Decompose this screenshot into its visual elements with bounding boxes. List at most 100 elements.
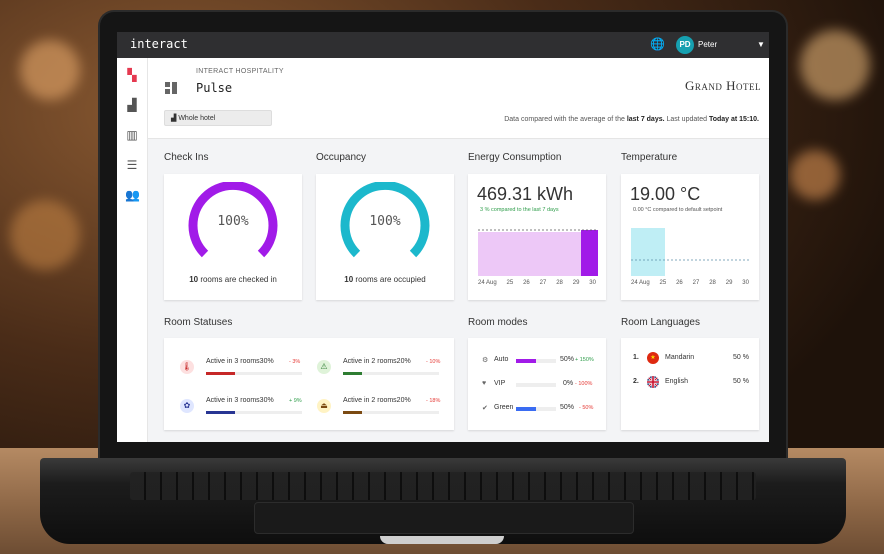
status-label: Active in 3 rooms30% — [206, 397, 274, 404]
language-item[interactable]: 1. ★ Mandarin 50 % — [633, 352, 753, 368]
mode-percent: 50% — [560, 356, 575, 363]
temperature-card[interactable]: 19.00 °C 0.00 °C compared to default set… — [621, 174, 759, 300]
status-bar — [206, 411, 302, 414]
note-period: last 7 days. — [626, 116, 665, 123]
note-mid: Last updated — [664, 116, 709, 123]
minibar-icon: ⏏ — [317, 399, 331, 413]
room-mode-item[interactable]: ⚙ Auto 50% + 150% — [482, 356, 602, 368]
occupancy-caption: 10 rooms are occupied — [316, 275, 454, 284]
keyboard — [130, 472, 756, 500]
mode-delta: - 100% — [575, 381, 593, 387]
checkins-count: 10 — [189, 275, 199, 284]
page-header: INTERACT HOSPITALITY Pulse Grand Hotel ▟… — [148, 58, 769, 139]
x-tick: 24 Aug — [631, 280, 650, 286]
status-bar-fill — [343, 411, 363, 414]
x-tick: 28 — [709, 280, 716, 286]
sidebar: ▚ ▟ ▥ ☰ 👥 — [117, 58, 148, 442]
mode-delta: - 50% — [579, 405, 594, 411]
temperature-value: 19.00 °C — [630, 184, 701, 204]
checkins-percent: 100% — [217, 214, 249, 229]
energy-chart — [478, 229, 598, 276]
room-statuses-card: 🌡 Active in 3 rooms30% - 3% ⚠ Active in … — [164, 338, 454, 430]
chevron-down-icon[interactable]: ▼ — [757, 40, 765, 49]
update-note: Data compared with the average of the la… — [504, 116, 759, 123]
checkins-title: Check Ins — [164, 152, 209, 163]
sidebar-item-pulse-icon[interactable]: ▚ — [125, 68, 139, 82]
status-delta: - 10% — [426, 359, 441, 365]
room-mode-item[interactable]: ✔ Green 50% - 50% — [482, 404, 602, 416]
room-languages-title: Room Languages — [621, 317, 700, 328]
mode-label: Green — [494, 404, 514, 411]
room-mode-item[interactable]: ♥ VIP 0% - 100% — [482, 380, 602, 392]
occupancy-caption-text: rooms are occupied — [353, 275, 426, 284]
user-name[interactable]: Peter — [698, 40, 717, 49]
vip-icon: ♥ — [482, 380, 487, 387]
page-subtitle: INTERACT HOSPITALITY — [196, 68, 284, 75]
status-label: Active in 2 rooms20% — [343, 358, 411, 365]
status-bar — [343, 372, 439, 375]
room-status-item[interactable]: ⏏ Active in 2 rooms20% - 18% — [317, 397, 447, 421]
avatar[interactable]: PD — [676, 36, 694, 54]
x-tick: 27 — [692, 280, 700, 286]
x-tick: 27 — [539, 280, 547, 286]
status-bar — [343, 411, 439, 414]
room-status-item[interactable]: ✿ Active in 3 rooms30% + 9% — [180, 397, 310, 421]
occupancy-percent: 100% — [369, 214, 401, 229]
x-tick: 26 — [523, 280, 530, 286]
occupancy-title: Occupancy — [316, 152, 367, 163]
top-bar: interact 🌐 PD Peter ▼ — [117, 32, 769, 58]
language-name: Mandarin — [665, 354, 695, 361]
energy-value: 469.31 kWh — [477, 184, 574, 204]
cleaning-icon: ✿ — [180, 399, 194, 413]
checkins-card[interactable]: 100% 10 rooms are checked in — [164, 174, 302, 300]
room-status-item[interactable]: 🌡 Active in 3 rooms30% - 3% — [180, 358, 310, 382]
temperature-title: Temperature — [621, 152, 678, 163]
occupancy-card[interactable]: 100% 10 rooms are occupied — [316, 174, 454, 300]
x-tick: 30 — [742, 280, 749, 286]
mode-bar — [516, 359, 556, 363]
leaf-icon: ✔ — [482, 405, 488, 412]
status-label: Active in 2 rooms20% — [343, 397, 411, 404]
occupancy-count: 10 — [344, 275, 354, 284]
language-item[interactable]: 2. English 50 % — [633, 376, 753, 392]
status-delta: - 3% — [289, 359, 301, 365]
sidebar-item-users-icon[interactable]: 👥 — [125, 188, 140, 202]
mode-percent: 0% — [563, 380, 574, 387]
status-bar-fill — [206, 372, 235, 375]
globe-icon[interactable]: 🌐 — [650, 37, 665, 51]
energy-card[interactable]: 469.31 kWh 3 % compared to the last 7 da… — [468, 174, 606, 300]
x-tick: 25 — [659, 280, 667, 286]
bokeh-light — [10, 200, 80, 270]
energy-xticks: 24 Aug 25 26 27 28 29 30 — [478, 280, 596, 286]
bokeh-light — [790, 150, 840, 200]
bokeh-light — [20, 40, 80, 100]
room-status-item[interactable]: ⚠ Active in 2 rooms20% - 10% — [317, 358, 447, 382]
x-tick: 26 — [676, 280, 683, 286]
sidebar-item-rooms-icon[interactable]: ▟ — [125, 98, 139, 112]
language-percent: 50 % — [733, 378, 749, 385]
checkins-caption-text: rooms are checked in — [198, 275, 277, 284]
mode-label: Auto — [494, 356, 509, 363]
mode-bar — [516, 407, 556, 411]
checkins-caption: 10 rooms are checked in — [164, 275, 302, 284]
x-tick: 30 — [589, 280, 596, 286]
room-modes-title: Room modes — [468, 317, 528, 328]
temperature-chart — [631, 228, 751, 276]
warning-icon: ⚠ — [317, 360, 331, 374]
auto-icon: ⚙ — [482, 357, 489, 364]
energy-note: 3 % compared to the last 7 days — [480, 207, 559, 213]
screen: interact 🌐 PD Peter ▼ ▚ ▟ ▥ ☰ 👥 INTERACT… — [117, 32, 769, 442]
status-bar-fill — [206, 411, 235, 414]
sidebar-item-settings-icon[interactable]: ☰ — [125, 158, 139, 172]
app-brand[interactable]: interact — [130, 37, 188, 51]
language-name: English — [665, 378, 688, 385]
status-delta: + 9% — [289, 398, 302, 404]
room-modes-card: ⚙ Auto 50% + 150% ♥ VIP 0% - 100% ✔ Gree… — [468, 338, 606, 430]
hotel-selector[interactable]: ▟ Whole hotel — [164, 110, 272, 126]
energy-today-bar — [581, 230, 598, 276]
sidebar-item-reports-icon[interactable]: ▥ — [125, 128, 139, 142]
temperature-xticks: 24 Aug 25 26 27 28 29 30 — [631, 280, 749, 286]
status-bar — [206, 372, 302, 375]
pulse-icon — [165, 82, 177, 94]
room-statuses-title: Room Statuses — [164, 317, 233, 328]
